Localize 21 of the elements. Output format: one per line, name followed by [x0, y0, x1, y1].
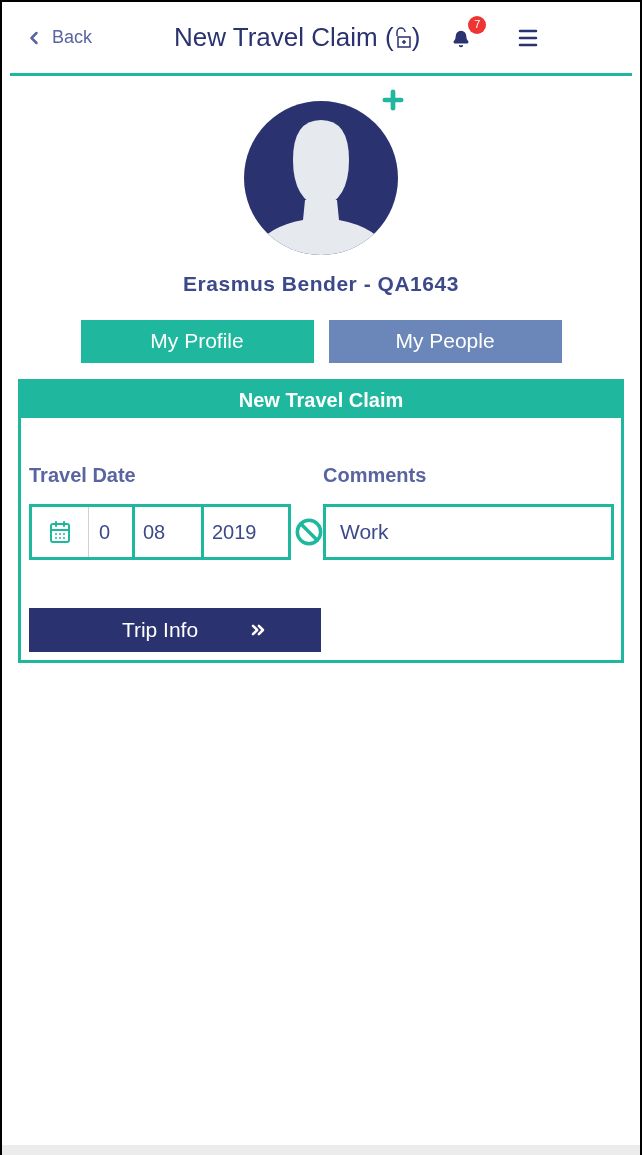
title-paren: ( [384, 21, 394, 54]
back-button[interactable]: Back [24, 24, 174, 51]
trip-info-button[interactable]: Trip Info [29, 607, 321, 652]
field-label: Comments [323, 462, 428, 488]
profile-tab[interactable]: My People [328, 319, 562, 363]
page-title: New Travel Claim [174, 21, 379, 54]
comments-field[interactable]: Work [323, 503, 614, 560]
avatar-icon[interactable] [243, 100, 399, 256]
calendar-icon [48, 519, 72, 544]
user-name: Erasmus Bender - QA1643 [183, 271, 459, 297]
date-field[interactable]: 0 08 2019 [29, 503, 291, 560]
card-title: New Travel Claim [21, 381, 621, 418]
day-input[interactable]: 0 [89, 506, 135, 557]
notification-button[interactable]: 7 [452, 15, 487, 52]
unlock-icon [393, 26, 412, 49]
notification-badge: 7 [468, 15, 487, 34]
field-label: Travel Date [29, 462, 137, 488]
year-input[interactable]: 2019 [204, 506, 288, 557]
bell-icon [452, 29, 471, 48]
month-input[interactable]: 08 [135, 506, 204, 557]
title-paren: ) [411, 21, 421, 54]
